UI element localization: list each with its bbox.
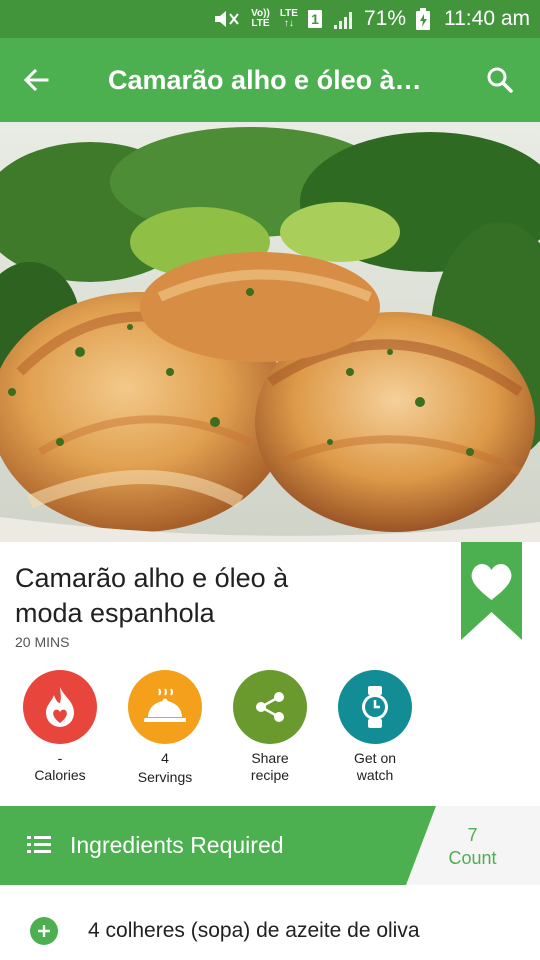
watch-label-line2: watch (356, 767, 394, 783)
list-icon (27, 836, 51, 853)
app-bar: Camarão alho e óleo à… (0, 38, 540, 122)
battery-charging-icon (416, 8, 430, 30)
volte-icon: Vo)) LTE (251, 8, 270, 29)
search-icon (487, 67, 513, 93)
watch-label-line1: Get on (353, 750, 397, 766)
lte-icon: LTE ↑↓ (279, 8, 298, 29)
arrow-back-icon (23, 68, 49, 92)
ingredient-text: 4 colheres (sopa) de azeite de oliva (88, 919, 420, 942)
servings-label: Servings (137, 769, 193, 785)
mute-icon (213, 9, 241, 29)
watch-icon (338, 670, 412, 744)
ingredient-item[interactable]: 4 colheres (sopa) de azeite de oliva (0, 905, 540, 960)
servings-action[interactable]: 4 Servings (115, 670, 215, 786)
calories-label: Calories (34, 767, 86, 783)
share-label-line1: Share (251, 750, 289, 766)
ingredients-header: Ingredients Required 7 Count (0, 806, 540, 885)
signal-icon (332, 9, 354, 29)
page-title: Camarão alho e óleo à… (108, 64, 422, 95)
share-icon (233, 670, 307, 744)
battery-percent: 71% (363, 7, 406, 30)
ingredients-count-label: Count (448, 848, 497, 868)
servings-value: 4 (161, 750, 169, 766)
favorite-button[interactable] (461, 542, 522, 640)
recipe-duration: 20 MINS (15, 634, 70, 650)
servings-icon (128, 670, 202, 744)
ingredients-count: 7 (467, 825, 478, 845)
share-label-line2: recipe (250, 767, 290, 783)
calories-action[interactable]: - Calories (10, 670, 110, 784)
add-icon[interactable] (30, 917, 58, 945)
search-button[interactable] (460, 38, 540, 122)
calories-value: - (57, 750, 63, 766)
sim-icon: 1 (307, 10, 322, 28)
share-recipe-action[interactable]: Share recipe (220, 670, 320, 784)
recipe-photo (0, 122, 540, 542)
calories-icon (23, 670, 97, 744)
ingredients-title: Ingredients Required (70, 832, 284, 858)
get-on-watch-action[interactable]: Get on watch (325, 670, 425, 784)
recipe-title: Camarão alho e óleo à moda espanhola (15, 563, 289, 628)
back-button[interactable] (0, 38, 72, 122)
clock: 11:40 am (444, 7, 530, 30)
status-bar: Vo)) LTE LTE ↑↓ 1 71% 11:40 am (0, 0, 540, 38)
